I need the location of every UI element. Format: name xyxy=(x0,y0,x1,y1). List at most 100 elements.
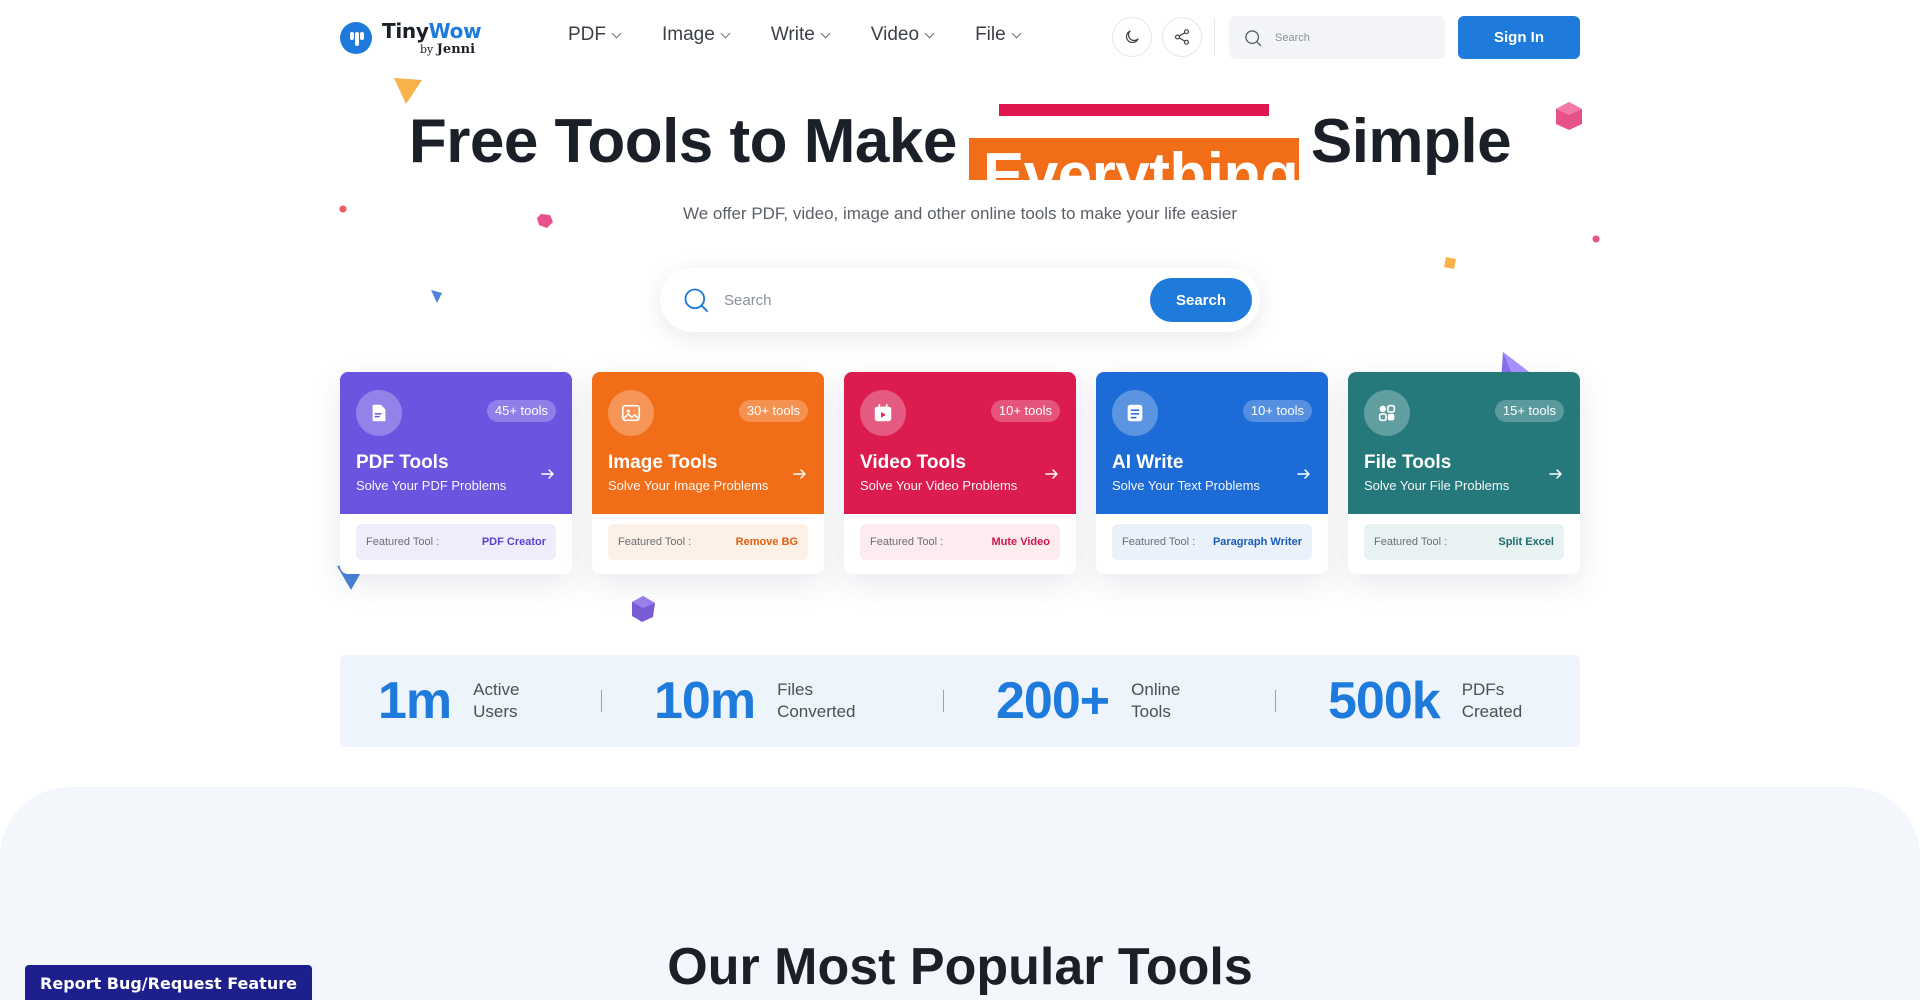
card-ai-write[interactable]: 10+ tools AI Write Solve Your Text Probl… xyxy=(1096,372,1328,574)
card-title: File Tools xyxy=(1364,452,1452,473)
site-header: TinyWow by Jenni PDF Image Write Video F… xyxy=(0,0,1920,75)
chevron-down-icon xyxy=(924,28,935,38)
stat-label-line2: Users xyxy=(473,702,518,721)
featured-tool[interactable]: Featured Tool : Mute Video xyxy=(860,524,1060,560)
tool-count-badge: 45+ tools xyxy=(486,400,556,422)
featured-tool-label: Featured Tool : xyxy=(366,536,440,548)
report-bug-button[interactable]: Report Bug/Request Feature xyxy=(25,965,312,1000)
featured-tool[interactable]: Featured Tool : Split Excel xyxy=(1364,524,1564,560)
card-subtitle: Solve Your Text Problems xyxy=(1112,478,1260,493)
hero-title: Free Tools to Make Everything Simple xyxy=(0,100,1920,180)
stat-divider xyxy=(1275,690,1276,712)
featured-tool-name: Split Excel xyxy=(1498,536,1554,548)
nav-pdf[interactable]: PDF xyxy=(568,24,622,46)
stat-pdfs-created: 500k PDFs Created xyxy=(1328,655,1522,747)
video-calendar-icon xyxy=(860,390,906,436)
arrow-right-icon xyxy=(1297,469,1310,479)
main-nav: PDF Image Write Video File xyxy=(568,24,1062,46)
card-image-tools[interactable]: 30+ tools Image Tools Solve Your Image P… xyxy=(592,372,824,574)
stat-label-line1: Active xyxy=(473,680,520,699)
shard-decoration-icon xyxy=(431,290,442,303)
featured-tool-label: Featured Tool : xyxy=(618,536,692,548)
hero-title-highlight: Everything xyxy=(982,141,1299,180)
logo-by: by xyxy=(420,42,434,56)
tool-count-badge: 10+ tools xyxy=(1242,400,1312,422)
logo-brand-tiny: Tiny xyxy=(382,18,429,43)
nav-file[interactable]: File xyxy=(975,24,1022,46)
card-title: PDF Tools xyxy=(356,452,449,473)
card-title: Image Tools xyxy=(608,452,718,473)
header-search xyxy=(1229,16,1445,59)
stat-label-line2: Tools xyxy=(1131,702,1171,721)
logo-byline: Jenni xyxy=(436,41,476,57)
featured-tool-name: Paragraph Writer xyxy=(1212,536,1302,548)
sign-in-button[interactable]: Sign In xyxy=(1458,16,1580,59)
card-subtitle: Solve Your Video Problems xyxy=(860,478,1018,493)
share-button[interactable] xyxy=(1162,17,1202,57)
stat-active-users: 1m Active Users xyxy=(378,655,519,747)
stat-label-line2: Converted xyxy=(777,702,856,721)
featured-tool-label: Featured Tool : xyxy=(1374,536,1448,548)
stat-files-converted: 10m Files Converted xyxy=(654,655,856,747)
chevron-down-icon xyxy=(611,28,622,38)
hero-search-button[interactable]: Search xyxy=(1150,278,1252,322)
nav-image[interactable]: Image xyxy=(662,24,731,46)
stat-label-line1: Files xyxy=(777,680,813,699)
tool-categories: 45+ tools PDF Tools Solve Your PDF Probl… xyxy=(340,372,1580,574)
hero-highlight-box: Everything xyxy=(968,138,1299,180)
stat-divider xyxy=(601,690,602,712)
card-subtitle: Solve Your File Problems xyxy=(1364,478,1510,493)
card-video-tools[interactable]: 10+ tools Video Tools Solve Your Video P… xyxy=(844,372,1076,574)
share-icon xyxy=(1174,29,1190,45)
gem-purple-decoration-icon xyxy=(632,596,655,622)
stat-label-line1: Online xyxy=(1131,680,1181,699)
chevron-down-icon xyxy=(720,28,731,38)
diamond-decoration-icon xyxy=(1444,257,1456,269)
stats-bar: 1m Active Users 10m Files Converted 200+ O… xyxy=(340,655,1580,747)
featured-tool[interactable]: Featured Tool : PDF Creator xyxy=(356,524,556,560)
search-icon xyxy=(1245,29,1262,46)
hero-title-after: Simple xyxy=(1310,107,1512,176)
arrow-right-icon xyxy=(541,469,554,479)
featured-tool-label: Featured Tool : xyxy=(1122,536,1196,548)
hero-highlight: Everything xyxy=(968,100,1299,180)
card-pdf-tools[interactable]: 45+ tools PDF Tools Solve Your PDF Probl… xyxy=(340,372,572,574)
featured-tool[interactable]: Featured Tool : Remove BG xyxy=(608,524,808,560)
featured-tool-name: Mute Video xyxy=(991,536,1050,548)
stat-divider xyxy=(943,690,944,712)
tool-count-badge: 15+ tools xyxy=(1494,400,1564,422)
hero-search-input[interactable] xyxy=(724,291,1124,309)
featured-tool-name: Remove BG xyxy=(735,536,798,548)
card-subtitle: Solve Your PDF Problems xyxy=(356,478,507,493)
search-icon xyxy=(684,288,709,313)
card-file-tools[interactable]: 15+ tools File Tools Solve Your File Pro… xyxy=(1348,372,1580,574)
document-text-icon xyxy=(1112,390,1158,436)
tool-count-badge: 30+ tools xyxy=(738,400,808,422)
image-icon xyxy=(608,390,654,436)
stat-value: 1m xyxy=(378,672,452,730)
tool-count-badge: 10+ tools xyxy=(990,400,1060,422)
chevron-down-icon xyxy=(820,28,831,38)
logo-brand-wow: Wow xyxy=(428,18,482,43)
theme-toggle-button[interactable] xyxy=(1112,17,1152,57)
header-search-input[interactable] xyxy=(1275,31,1425,44)
stat-value: 200+ xyxy=(996,672,1110,730)
card-title: AI Write xyxy=(1112,452,1184,473)
featured-tool-label: Featured Tool : xyxy=(870,536,944,548)
chevron-down-icon xyxy=(1011,28,1022,38)
hero-subtitle: We offer PDF, video, image and other onl… xyxy=(682,204,1238,223)
arrow-right-icon xyxy=(793,469,806,479)
header-divider xyxy=(1214,18,1215,56)
stat-online-tools: 200+ Online Tools xyxy=(996,655,1180,747)
stat-value: 500k xyxy=(1328,672,1441,730)
hero-search: Search xyxy=(660,268,1260,332)
stat-label-line2: Created xyxy=(1461,702,1523,721)
arrow-right-icon xyxy=(1549,469,1562,479)
card-subtitle: Solve Your Image Problems xyxy=(608,478,769,493)
dot-decoration-icon xyxy=(1592,235,1600,243)
nav-write[interactable]: Write xyxy=(771,24,831,46)
featured-tool[interactable]: Featured Tool : Paragraph Writer xyxy=(1112,524,1312,560)
nav-video[interactable]: Video xyxy=(871,24,935,46)
logo[interactable]: TinyWow by Jenni xyxy=(340,18,482,57)
hero-highlight-bar xyxy=(998,104,1269,116)
